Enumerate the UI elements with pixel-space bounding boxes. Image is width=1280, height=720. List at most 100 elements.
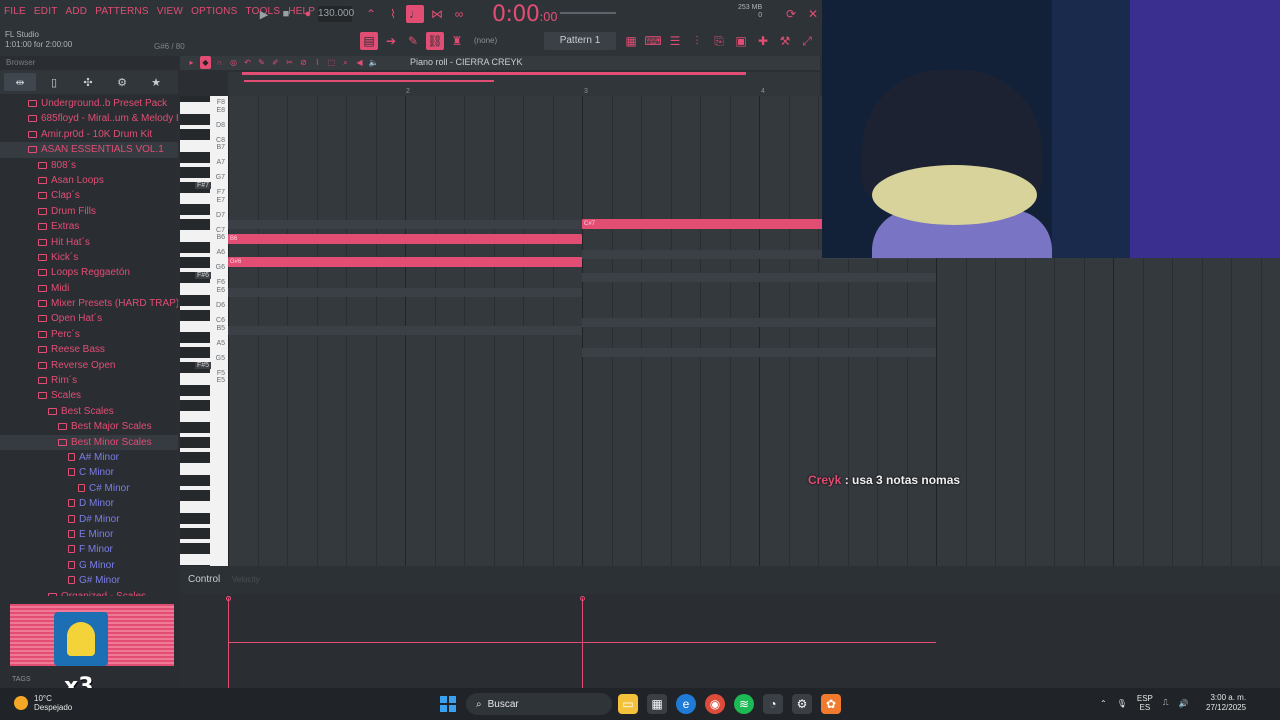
browser-item[interactable]: Best Scales: [0, 404, 178, 419]
pattern-selector[interactable]: Pattern 1: [544, 32, 616, 50]
channel-rack-icon[interactable]: ☰: [666, 32, 684, 50]
browser-item[interactable]: Best Minor Scales: [0, 434, 178, 450]
settings-icon[interactable]: ⚙: [792, 694, 812, 714]
stamp-icon[interactable]: ♜: [448, 32, 466, 50]
browser-item[interactable]: Loops Reggaetón: [0, 265, 178, 280]
browser-item[interactable]: Open Hat´s: [0, 311, 178, 326]
horizontal-scrollbar[interactable]: [242, 72, 746, 75]
black-key[interactable]: [180, 452, 210, 464]
playlist-window-icon[interactable]: ▦: [622, 32, 640, 50]
browser-item[interactable]: Best Major Scales: [0, 419, 178, 434]
weather-widget[interactable]: 10°C Despejado: [14, 694, 72, 712]
channel-selector[interactable]: (none): [474, 33, 530, 49]
magnet-icon[interactable]: ∩: [214, 56, 225, 69]
black-key[interactable]: [180, 151, 210, 163]
browser-item[interactable]: Reese Bass: [0, 342, 178, 357]
plugin-icon[interactable]: ✚: [754, 32, 772, 50]
velocity-stem[interactable]: [228, 598, 229, 688]
control-selector[interactable]: Control: [188, 574, 220, 585]
browser-item[interactable]: G# Minor: [0, 573, 178, 588]
browser-item[interactable]: ASAN ESSENTIALS VOL.1: [0, 142, 178, 158]
playback-icon[interactable]: ◀: [354, 56, 365, 69]
expand-icon[interactable]: ⤢: [798, 32, 816, 50]
browser-item[interactable]: Extras: [0, 219, 178, 234]
browser-item[interactable]: Clap´s: [0, 188, 178, 203]
black-key[interactable]: [180, 475, 210, 486]
browser-item[interactable]: G Minor: [0, 558, 178, 573]
black-key[interactable]: [180, 219, 210, 231]
browser-item[interactable]: Underground..b Preset Pack: [0, 96, 178, 111]
black-key[interactable]: [180, 114, 210, 126]
midi-note[interactable]: B6: [228, 234, 582, 245]
stamp-tool-icon[interactable]: ◎: [228, 56, 239, 69]
files-tab-icon[interactable]: ▯: [38, 73, 70, 91]
black-key[interactable]: [180, 96, 210, 103]
tempo-display[interactable]: 130.000: [318, 6, 354, 22]
menu-item[interactable]: EDIT: [34, 6, 58, 17]
browser-window-icon[interactable]: ▣: [732, 32, 750, 50]
windows-start-icon[interactable]: [440, 696, 456, 712]
taskbar-search[interactable]: ⌕ Buscar: [466, 693, 612, 715]
browser-item[interactable]: 685floyd - Miral..um & Melody Kit: [0, 111, 178, 126]
piano-keyboard[interactable]: F8 E8 D8 C8 B7 A7 G7 F7 E7 D7 C7 B6 A6 G6 F6 E6 D6 C6 B5 A5…: [180, 96, 228, 566]
piano-roll-icon[interactable]: ⌨: [644, 32, 662, 50]
browser-item[interactable]: 808´s: [0, 158, 178, 173]
velocity-handle[interactable]: [580, 596, 585, 601]
black-key[interactable]: [180, 241, 210, 253]
black-key[interactable]: [180, 166, 210, 178]
menu-item[interactable]: VIEW: [157, 6, 183, 17]
menu-item[interactable]: FILE: [4, 6, 26, 17]
link-icon[interactable]: ⛓: [426, 32, 444, 50]
mixer-icon[interactable]: ⫶: [688, 32, 706, 50]
wrench-icon[interactable]: ⚒: [776, 32, 794, 50]
black-key[interactable]: [180, 437, 210, 449]
black-key[interactable]: [180, 542, 210, 554]
menu-item[interactable]: PATTERNS: [95, 6, 148, 17]
black-key[interactable]: [180, 512, 210, 524]
favorites-tab-icon[interactable]: ★: [140, 73, 172, 91]
menu-item[interactable]: OPTIONS: [191, 6, 237, 17]
all-tab-icon[interactable]: ⇹: [4, 73, 36, 91]
delete-icon[interactable]: ✂: [284, 56, 295, 69]
browser-item[interactable]: Reverse Open: [0, 358, 178, 373]
blend-icon[interactable]: ⋈: [428, 5, 446, 23]
volume-icon[interactable]: 🔊: [1178, 699, 1188, 708]
browser-item[interactable]: E Minor: [0, 527, 178, 542]
browser-item[interactable]: C Minor: [0, 465, 178, 480]
browser-item[interactable]: Mixer Presets (HARD TRAP): [0, 296, 178, 311]
network-icon[interactable]: ⎍: [1163, 698, 1169, 708]
snap-icon[interactable]: ◆: [200, 56, 211, 69]
zoom-scrollbar[interactable]: [244, 80, 494, 82]
slice-icon[interactable]: ⌇: [312, 56, 323, 69]
black-key[interactable]: [180, 399, 210, 411]
black-key[interactable]: [180, 332, 210, 344]
black-key[interactable]: [180, 384, 210, 396]
paint-icon[interactable]: ✐: [270, 56, 281, 69]
black-key[interactable]: [180, 294, 210, 306]
edge-icon[interactable]: e: [676, 694, 696, 714]
browser-item[interactable]: Scales: [0, 388, 178, 403]
close-icon[interactable]: ✕: [804, 5, 822, 23]
plugins-tab-icon[interactable]: ✣: [72, 73, 104, 91]
microphone-icon[interactable]: 🎙: [1117, 699, 1127, 708]
browser-item[interactable]: Kick´s: [0, 250, 178, 265]
black-key[interactable]: [180, 256, 210, 268]
browser-item[interactable]: F Minor: [0, 542, 178, 557]
black-key[interactable]: [180, 490, 210, 502]
playlist-icon[interactable]: ▤: [360, 32, 378, 50]
step-icon[interactable]: ⌃: [362, 5, 380, 23]
browser-item[interactable]: Organized - Scales: [0, 589, 178, 596]
countdown-icon[interactable]: ⌇: [384, 5, 402, 23]
browser-item[interactable]: C# Minor: [0, 481, 178, 496]
browser-item[interactable]: Asan Loops: [0, 173, 178, 188]
undo-icon[interactable]: ↶: [242, 56, 253, 69]
select-icon[interactable]: ⬚: [326, 56, 337, 69]
velocity-handle[interactable]: [226, 596, 231, 601]
black-key[interactable]: [180, 204, 210, 216]
velocity-lane[interactable]: [226, 594, 1280, 688]
file-explorer-icon[interactable]: ▭: [618, 694, 638, 714]
store-icon[interactable]: ▦: [647, 694, 667, 714]
browser-item[interactable]: Amir.pr0d - 10K Drum Kit: [0, 127, 178, 142]
browser-item[interactable]: D# Minor: [0, 512, 178, 527]
fl-studio-icon[interactable]: ✿: [821, 694, 841, 714]
